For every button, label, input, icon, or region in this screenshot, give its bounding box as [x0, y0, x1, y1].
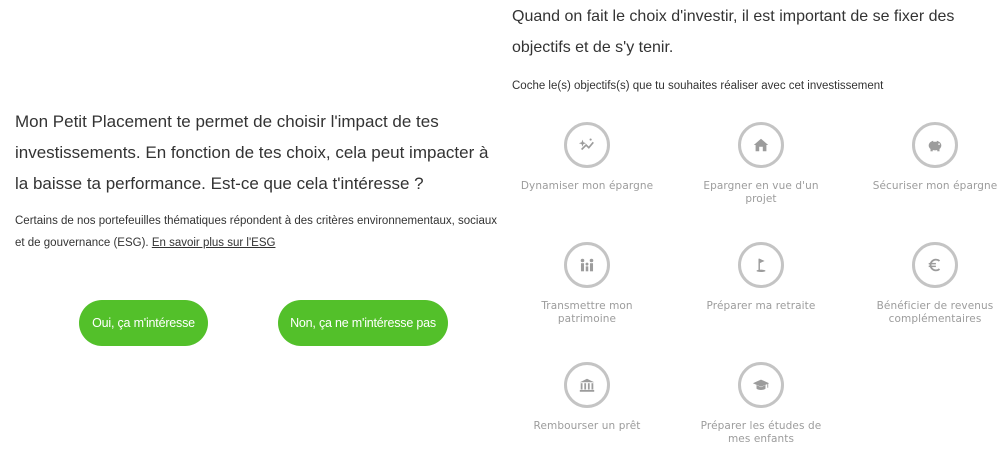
- sparkle-chart-icon: [578, 138, 594, 151]
- goal-label: Dynamiser mon épargne: [520, 180, 654, 192]
- house-icon: [753, 138, 769, 152]
- goal-option-etudes[interactable]: Préparer les études de mes enfants: [691, 362, 831, 446]
- goal-option-securiser[interactable]: Sécuriser mon épargne: [865, 122, 1000, 193]
- piggy-bank-icon: [928, 140, 942, 152]
- golf-flag-icon: [756, 258, 766, 273]
- goal-option-dynamiser[interactable]: Dynamiser mon épargne: [517, 122, 657, 193]
- goal-checkbox-circle[interactable]: [564, 242, 610, 288]
- goal-option-retraite[interactable]: Préparer ma retraite: [691, 242, 831, 313]
- goal-checkbox-circle[interactable]: [738, 122, 784, 168]
- not-interested-button[interactable]: Non, ça ne m'intéresse pas: [278, 300, 448, 346]
- goal-label: Transmettre mon patrimoine: [541, 300, 633, 325]
- goal-option-projet[interactable]: Epargner en vue d'un projet: [691, 122, 831, 206]
- goal-label: Préparer les études de mes enfants: [700, 420, 822, 445]
- esg-note: Certains de nos portefeuilles thématique…: [15, 210, 505, 254]
- esg-learn-more-link[interactable]: En savoir plus sur l'ESG: [152, 237, 276, 249]
- goals-headline: Quand on fait le choix d'investir, il es…: [512, 8, 955, 56]
- goal-label: Rembourser un prêt: [533, 420, 641, 432]
- goals-panel: Quand on fait le choix d'investir, il es…: [505, 0, 1000, 453]
- goal-label: Préparer ma retraite: [706, 300, 816, 312]
- goal-option-transmettre[interactable]: Transmettre mon patrimoine: [517, 242, 657, 326]
- graduation-cap-icon: [752, 379, 770, 390]
- goal-option-pret[interactable]: Rembourser un prêt: [517, 362, 657, 433]
- goal-checkbox-circle[interactable]: [564, 122, 610, 168]
- yes-interested-button[interactable]: Oui, ça m'intéresse: [79, 300, 208, 346]
- goal-label: Bénéficier de revenus complémentaires: [876, 300, 994, 325]
- bank-icon: [579, 378, 595, 392]
- esg-question-panel: Mon Petit Placement te permet de choisir…: [0, 0, 505, 453]
- goal-checkbox-circle[interactable]: [738, 362, 784, 408]
- esg-question-text: Mon Petit Placement te permet de choisir…: [15, 112, 489, 193]
- euro-icon: [928, 258, 941, 272]
- goal-label: Sécuriser mon épargne: [872, 180, 998, 192]
- family-icon: [580, 258, 594, 272]
- goal-checkbox-circle[interactable]: [912, 242, 958, 288]
- goal-checkbox-circle[interactable]: [912, 122, 958, 168]
- goal-checkbox-circle[interactable]: [738, 242, 784, 288]
- goal-label: Epargner en vue d'un projet: [703, 180, 819, 205]
- goal-option-revenus[interactable]: Bénéficier de revenus complémentaires: [865, 242, 1000, 326]
- goals-instruction: Coche le(s) objectifs(s) que tu souhaite…: [512, 80, 884, 92]
- goal-checkbox-circle[interactable]: [564, 362, 610, 408]
